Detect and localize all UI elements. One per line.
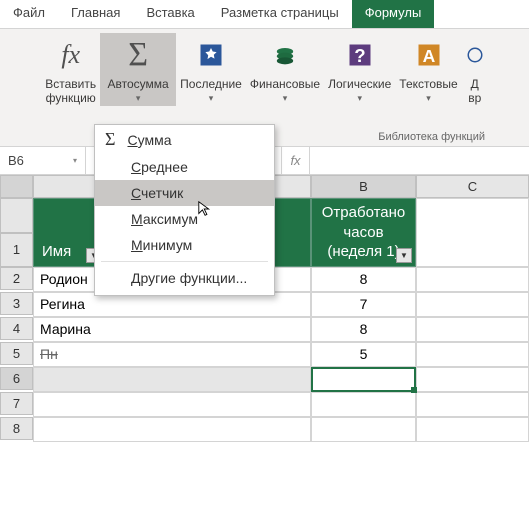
fill-handle[interactable]	[411, 387, 417, 393]
ribbon-group-caption: Библиотека функций	[378, 131, 485, 146]
autosum-button[interactable]: Σ Автосумма ▾	[100, 33, 176, 106]
coins-icon	[265, 35, 305, 75]
cell-C8[interactable]	[416, 417, 529, 442]
cell-C3[interactable]	[416, 292, 529, 317]
menu-separator	[101, 261, 268, 262]
name-box[interactable]: B6 ▾	[0, 147, 86, 174]
table-header-hours[interactable]: Отработано часов (неделя 1) ▼	[311, 198, 416, 267]
cell-B2[interactable]: 8	[311, 267, 416, 292]
text-a-icon: A	[409, 35, 449, 75]
cell-C6[interactable]	[416, 367, 529, 392]
tab-pagelayout[interactable]: Разметка страницы	[208, 0, 352, 28]
cell-A5[interactable]: Пн	[33, 342, 311, 367]
sigma-icon: Σ	[118, 35, 158, 75]
menu-item-sum[interactable]: Сумма	[127, 132, 171, 148]
cell-C5[interactable]	[416, 342, 529, 367]
recent-button[interactable]: Последние ▾	[176, 33, 246, 106]
financial-button[interactable]: Финансовые ▾	[246, 33, 324, 106]
row-header-3[interactable]: 3	[0, 292, 33, 315]
ribbon-tabs: Файл Главная Вставка Разметка страницы Ф…	[0, 0, 529, 29]
menu-item-min[interactable]: Минимум	[95, 232, 274, 258]
tab-file[interactable]: Файл	[0, 0, 58, 28]
menu-item-more[interactable]: Другие функции...	[95, 265, 274, 291]
filter-button[interactable]: ▼	[396, 248, 412, 263]
chevron-down-icon: ▾	[209, 93, 214, 104]
row-header-7[interactable]: 7	[0, 392, 33, 415]
tab-insert[interactable]: Вставка	[133, 0, 207, 28]
clock-icon	[466, 35, 484, 75]
row-header-8[interactable]: 8	[0, 417, 33, 440]
chevron-down-icon[interactable]: ▾	[73, 156, 77, 165]
cell-B6[interactable]	[311, 367, 416, 392]
cell-B5[interactable]: 5	[311, 342, 416, 367]
cell-B7[interactable]	[311, 392, 416, 417]
cell-A7[interactable]	[33, 392, 311, 417]
row-header-6[interactable]: 6	[0, 367, 33, 390]
fx-icon: fx	[51, 35, 91, 75]
cell-B3[interactable]: 7	[311, 292, 416, 317]
formula-input[interactable]	[310, 147, 529, 174]
date-button[interactable]: Д вр	[462, 33, 488, 108]
row-header-5[interactable]: 5	[0, 342, 33, 365]
fx-symbol[interactable]: fx	[282, 147, 310, 174]
cell-A6[interactable]	[33, 367, 311, 392]
autosum-dropdown: Σ Сумма Среднее Счетчик Максимум Минимум…	[94, 124, 275, 296]
cell-C2[interactable]	[416, 267, 529, 292]
row-header-2[interactable]: 2	[0, 267, 33, 290]
row-header-blank1[interactable]	[0, 198, 33, 233]
col-header-B[interactable]: B	[311, 175, 416, 198]
tab-home[interactable]: Главная	[58, 0, 133, 28]
cell-B8[interactable]	[311, 417, 416, 442]
star-icon	[191, 35, 231, 75]
menu-item-average[interactable]: Среднее	[95, 154, 274, 180]
svg-text:?: ?	[354, 45, 365, 66]
menu-item-count[interactable]: Счетчик	[95, 180, 274, 206]
cell-A4[interactable]: Марина	[33, 317, 311, 342]
cell-C4[interactable]	[416, 317, 529, 342]
question-icon: ?	[340, 35, 380, 75]
cell-A8[interactable]	[33, 417, 311, 442]
logical-button[interactable]: ? Логические ▾	[324, 33, 395, 106]
menu-item-max[interactable]: Максимум	[95, 206, 274, 232]
cell-C7[interactable]	[416, 392, 529, 417]
insert-function-button[interactable]: fx Вставить функцию	[41, 33, 100, 108]
text-button[interactable]: A Текстовые ▾	[395, 33, 461, 106]
col-header-C[interactable]: C	[416, 175, 529, 198]
row-header-4[interactable]: 4	[0, 317, 33, 340]
svg-text:A: A	[422, 46, 435, 66]
row-header-1[interactable]: 1	[0, 233, 33, 267]
chevron-down-icon: ▾	[136, 93, 141, 104]
chevron-down-icon: ▾	[283, 93, 288, 104]
tab-formulas[interactable]: Формулы	[352, 0, 435, 28]
chevron-down-icon: ▾	[357, 93, 362, 104]
sigma-icon: Σ	[105, 129, 115, 150]
chevron-down-icon: ▾	[426, 93, 431, 104]
cell-B4[interactable]: 8	[311, 317, 416, 342]
select-all-corner[interactable]	[0, 175, 33, 198]
